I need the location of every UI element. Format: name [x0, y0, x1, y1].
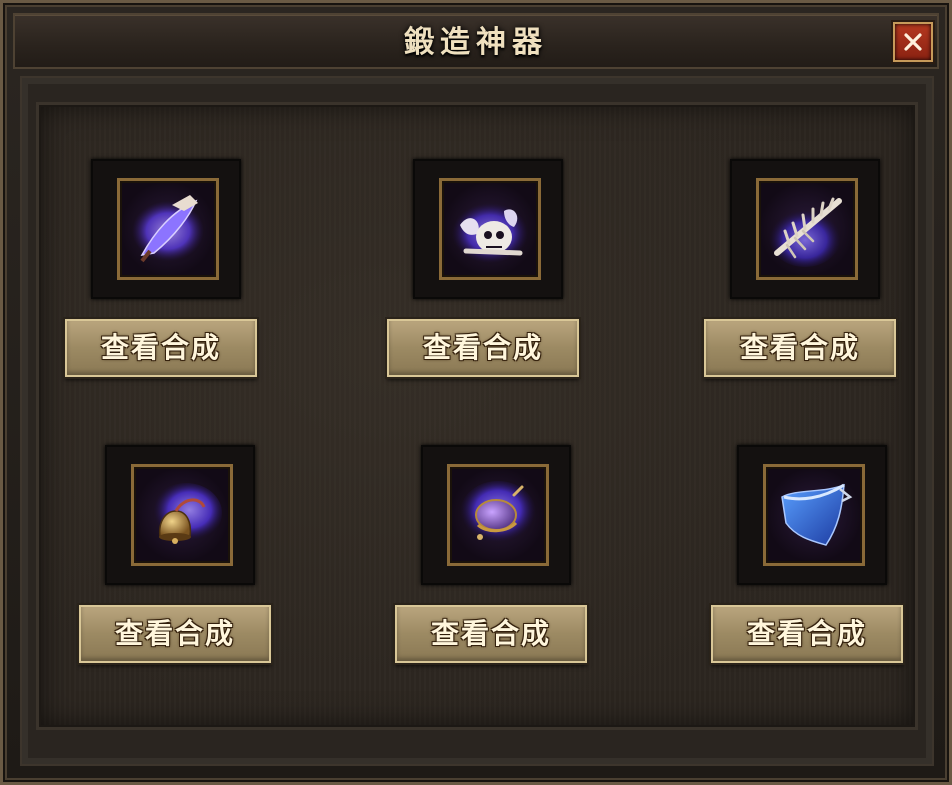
- view-synthesis-button[interactable]: 查看合成: [704, 319, 896, 377]
- title-bar: 鍛造神器: [13, 13, 939, 69]
- item-slot: [737, 445, 887, 585]
- artifact-item-5: 查看合成: [395, 445, 595, 675]
- view-synthesis-button[interactable]: 查看合成: [711, 605, 903, 663]
- item-icon-frame[interactable]: [117, 178, 219, 280]
- view-synthesis-button[interactable]: 查看合成: [395, 605, 587, 663]
- skull-bones-icon: [452, 203, 528, 263]
- artifact-item-3: 查看合成: [704, 159, 904, 389]
- item-slot: [730, 159, 880, 299]
- bone-spine-icon: [769, 197, 842, 267]
- item-slot: [413, 159, 563, 299]
- window-title: 鍛造神器: [404, 25, 548, 60]
- close-icon: [904, 33, 922, 51]
- purple-blade-icon: [132, 195, 204, 263]
- item-icon-frame[interactable]: [756, 178, 858, 280]
- artifact-item-6: 查看合成: [711, 445, 911, 675]
- item-slot: [105, 445, 255, 585]
- blue-cloth-icon: [781, 483, 853, 546]
- artifact-grid-panel: 查看合成 查看合成 查看合成 查看合成 查看合成 查看合成: [36, 102, 918, 730]
- item-icon-frame[interactable]: [763, 464, 865, 566]
- artifact-item-4: 查看合成: [79, 445, 279, 675]
- item-icon-frame[interactable]: [131, 464, 233, 566]
- artifact-item-1: 查看合成: [65, 159, 265, 389]
- item-slot: [91, 159, 241, 299]
- artifact-item-2: 查看合成: [387, 159, 587, 389]
- view-synthesis-button[interactable]: 查看合成: [79, 605, 271, 663]
- item-icon-frame[interactable]: [439, 178, 541, 280]
- view-synthesis-button[interactable]: 查看合成: [387, 319, 579, 377]
- bell-relic-icon: [150, 483, 222, 544]
- item-slot: [421, 445, 571, 585]
- view-synthesis-button[interactable]: 查看合成: [65, 319, 257, 377]
- item-icon-frame[interactable]: [447, 464, 549, 566]
- close-button[interactable]: [893, 22, 933, 62]
- orb-relic-icon: [460, 481, 536, 545]
